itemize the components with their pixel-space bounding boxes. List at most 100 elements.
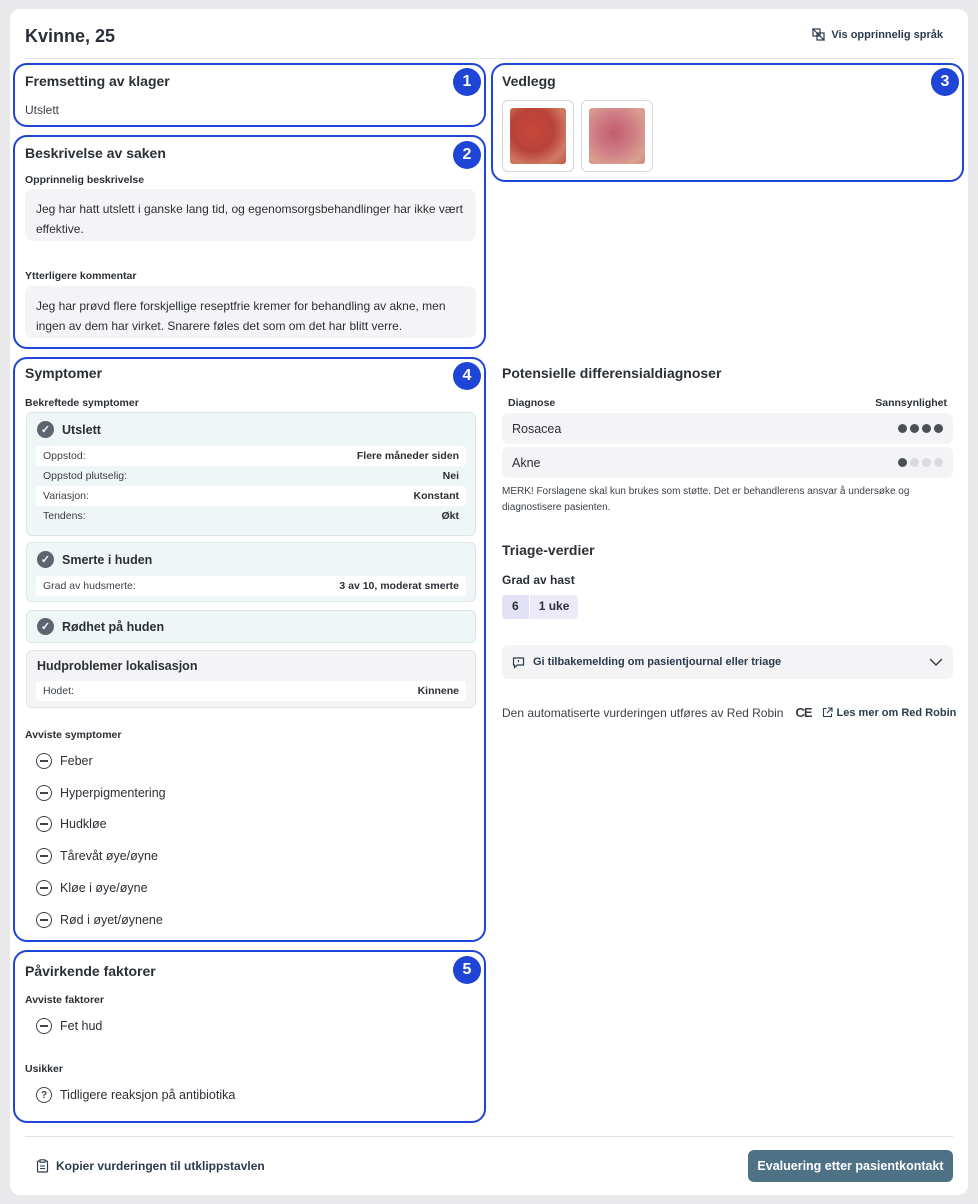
- footer-note: Den automatiserte vurderingen utføres av…: [502, 705, 956, 720]
- symptom-detail-row: Oppstod plutselig: Nei: [36, 466, 466, 486]
- minus-circle-icon: [36, 880, 52, 896]
- copy-assessment-label: Kopier vurderingen til utklippstavlen: [56, 1159, 265, 1173]
- rejected-symptom: Hyperpigmentering: [36, 785, 166, 801]
- rejected-factor: Fet hud: [36, 1018, 102, 1034]
- symptom-detail-row: Tendens: Økt: [36, 506, 466, 526]
- symptom-detail-row: Grad av hudsmerte: 3 av 10, moderat smert…: [36, 576, 466, 596]
- additional-comment-label: Ytterligere kommentar: [25, 270, 137, 282]
- show-original-language-label: Vis opprinnelig språk: [831, 28, 943, 41]
- original-description-label: Opprinnelig beskrivelse: [25, 174, 145, 186]
- differentials-note: MERK! Forslagene skal kun brukes som stø…: [502, 486, 910, 513]
- check-icon: ✓: [37, 421, 54, 438]
- symptom-card-redness: ✓ Rødhet på huden: [26, 610, 476, 643]
- clipboard-icon: [36, 1159, 49, 1173]
- symptom-detail-row: Hodet: Kinnene: [36, 681, 466, 701]
- footer-note-text: Den automatiserte vurderingen utføres av…: [502, 705, 784, 720]
- uncertain-factors-label: Usikker: [25, 1063, 63, 1075]
- uncertain-factor-label: Tidligere reaksjon på antibiotika: [60, 1088, 236, 1102]
- symptom-name: Hudproblemer lokalisasjon: [37, 659, 198, 673]
- chevron-down-icon: [929, 657, 943, 666]
- rejected-symptom: Kløe i øye/øyne: [36, 880, 148, 896]
- symptom-header: ✓ Utslett: [27, 413, 475, 446]
- header-divider: [25, 58, 953, 59]
- minus-circle-icon: [36, 912, 52, 928]
- symptom-card-location: Hudproblemer lokalisasjon Hodet: Kinnene: [26, 650, 476, 708]
- probability-dot: [910, 458, 919, 467]
- redness-photo: [589, 108, 645, 164]
- probability-dot: [934, 458, 943, 467]
- rejected-symptom: Tårevåt øye/øyne: [36, 848, 158, 864]
- urgency-label: Grad av hast: [502, 573, 575, 587]
- confirmed-symptoms-label: Bekreftede symptomer: [25, 397, 139, 409]
- red-robin-link[interactable]: Les mer om Red Robin: [822, 707, 956, 719]
- rejected-symptom: Feber: [36, 753, 93, 769]
- attachment-thumbnail[interactable]: [502, 100, 574, 172]
- detail-key: Oppstod plutselig:: [43, 470, 128, 482]
- rash-photo: [510, 108, 566, 164]
- evaluate-after-contact-button[interactable]: Evaluering etter pasientkontakt: [748, 1150, 953, 1182]
- show-original-language-link[interactable]: Vis opprinnelig språk: [812, 28, 943, 41]
- probability-dots: [898, 424, 943, 433]
- rejected-symptom-label: Tårevåt øye/øyne: [60, 849, 158, 863]
- rejected-symptom-label: Hyperpigmentering: [60, 786, 166, 800]
- diagnosis-row: Akne: [502, 447, 953, 478]
- minus-circle-icon: [36, 848, 52, 864]
- minus-circle-icon: [36, 1018, 52, 1034]
- rejected-symptom: Hudkløe: [36, 816, 107, 832]
- rejected-factor-label: Fet hud: [60, 1019, 103, 1033]
- rejected-symptom-label: Feber: [60, 754, 93, 768]
- section-badge-3: 3: [931, 68, 959, 96]
- rejected-factors-label: Avviste faktorer: [25, 994, 104, 1006]
- detail-key: Variasjon:: [43, 490, 89, 502]
- symptom-card-skin-pain: ✓ Smerte i huden Grad av hudsmerte: 3 av 1…: [26, 542, 476, 602]
- detail-value: Nei: [442, 470, 459, 482]
- diagnosis-row: Rosacea: [502, 413, 953, 444]
- probability-dot: [898, 424, 907, 433]
- feedback-label-wrap: Gi tilbakemelding om pasientjournal elle…: [512, 656, 781, 669]
- detail-key: Tendens:: [43, 510, 86, 522]
- speech-bubble-icon: [512, 656, 525, 669]
- probability-dot: [922, 424, 931, 433]
- minus-circle-icon: [36, 785, 52, 801]
- symptoms-heading: Symptomer: [25, 365, 103, 381]
- rejected-symptom-label: Hudkløe: [60, 817, 107, 831]
- diagnosis-name: Akne: [512, 455, 541, 470]
- probability-dot: [910, 424, 919, 433]
- attachments-heading: Vedlegg: [502, 73, 556, 89]
- probability-column-header: Sannsynlighet: [875, 397, 947, 409]
- additional-comment-text: Jeg har prøvd flere forskjellige reseptf…: [25, 286, 476, 338]
- probability-dots: [898, 458, 943, 467]
- detail-value: Kinnene: [417, 685, 459, 697]
- external-link-icon: [822, 707, 833, 718]
- detail-key: Oppstod:: [43, 450, 86, 462]
- copy-assessment-button[interactable]: Kopier vurderingen til utklippstavlen: [36, 1159, 265, 1173]
- detail-value: Konstant: [413, 490, 460, 502]
- section-badge-1: 1: [453, 68, 481, 96]
- diagnosis-column-header: Diagnose: [508, 397, 556, 409]
- feedback-label: Gi tilbakemelding om pasientjournal elle…: [533, 656, 782, 668]
- complaint-value: Utslett: [25, 103, 60, 117]
- question-circle-icon: ?: [36, 1087, 52, 1103]
- description-heading: Beskrivelse av saken: [25, 145, 166, 161]
- urgency-time: 1 uke: [529, 595, 579, 619]
- symptom-header: ✓ Rødhet på huden: [27, 611, 475, 643]
- detail-value: Økt: [441, 510, 459, 522]
- symptom-name: Utslett: [62, 422, 101, 437]
- attachment-thumbnail[interactable]: [581, 100, 653, 172]
- triage-heading: Triage-verdier: [502, 542, 595, 558]
- page-title: Kvinne, 25: [25, 26, 116, 46]
- original-description-text: Jeg har hatt utslett i ganske lang tid, …: [25, 189, 476, 241]
- detail-key: Hodet:: [43, 685, 74, 697]
- rejected-symptom-label: Rød i øyet/øynene: [60, 913, 163, 927]
- rejected-symptom: Rød i øyet/øynene: [36, 912, 163, 928]
- rejected-symptoms-label: Avviste symptomer: [25, 729, 122, 741]
- minus-circle-icon: [36, 816, 52, 832]
- section-badge-5: 5: [453, 956, 481, 984]
- feedback-accordion[interactable]: Gi tilbakemelding om pasientjournal elle…: [502, 645, 953, 679]
- urgency-chip: 6 1 uke: [502, 595, 579, 619]
- symptom-header: ✓ Smerte i huden: [27, 543, 475, 576]
- probability-dot: [922, 458, 931, 467]
- check-icon: ✓: [37, 551, 54, 568]
- symptom-name: Smerte i huden: [62, 552, 153, 567]
- probability-dot: [898, 458, 907, 467]
